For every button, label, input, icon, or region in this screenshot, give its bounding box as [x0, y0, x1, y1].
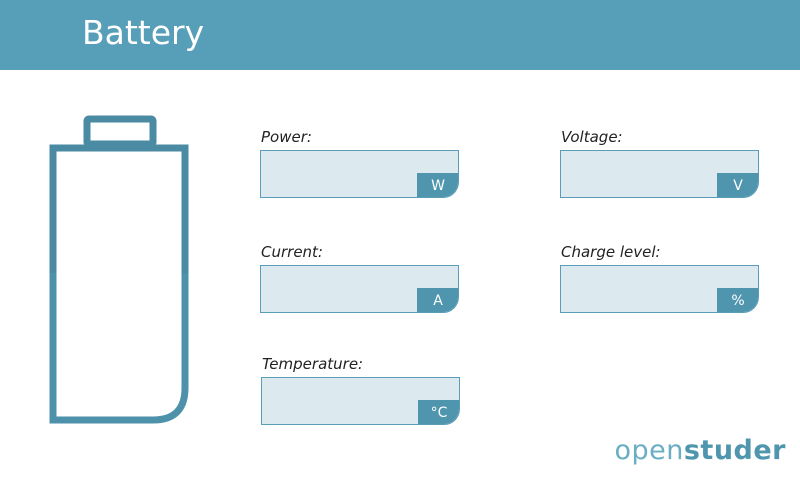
battery-outline-lower [49, 273, 189, 424]
charge-level-unit: % [717, 288, 758, 312]
charge-level-field: % [560, 265, 759, 313]
charge-level-label: Charge level: [561, 243, 661, 261]
current-label: Current: [261, 243, 323, 261]
logo-text-open: open [614, 435, 684, 466]
voltage-label: Voltage: [561, 128, 623, 146]
battery-icon [49, 115, 189, 424]
power-field: W [260, 150, 459, 198]
battery-outline-upper [49, 144, 189, 273]
power-unit: W [417, 173, 458, 197]
battery-terminal [83, 115, 157, 148]
temperature-label: Temperature: [262, 355, 364, 373]
temperature-unit: °C [418, 400, 459, 424]
power-label: Power: [261, 128, 312, 146]
current-field: A [260, 265, 459, 313]
temperature-field: °C [261, 377, 460, 425]
openstuder-logo: openstuder [614, 434, 786, 468]
logo-text-studer: studer [683, 435, 786, 466]
voltage-field: V [560, 150, 759, 198]
current-unit: A [417, 288, 458, 312]
voltage-unit: V [717, 173, 758, 197]
